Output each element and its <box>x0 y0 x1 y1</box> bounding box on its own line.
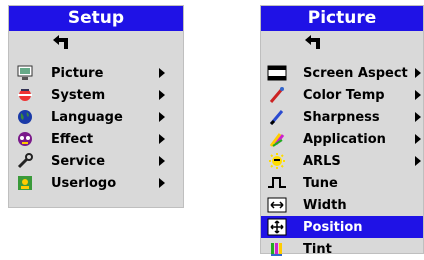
picture-item-tint[interactable]: Tint <box>261 238 423 260</box>
setup-item-system[interactable]: System <box>9 84 183 106</box>
picture-item-label: Width <box>303 197 347 213</box>
picture-item-label: Screen Aspect <box>303 65 408 81</box>
setup-item-picture[interactable]: Picture <box>9 62 183 84</box>
picture-item-label: Sharpness <box>303 109 380 125</box>
picture-item-sharpness[interactable]: Sharpness <box>261 106 423 128</box>
tint-icon <box>267 239 287 259</box>
picture-item-label: Color Temp <box>303 87 385 103</box>
back-icon[interactable] <box>51 34 69 55</box>
setup-menu: Setup Picture System Language Effect Ser… <box>8 5 184 208</box>
wrench-icon <box>15 151 35 171</box>
submenu-arrow-icon <box>159 90 165 100</box>
submenu-arrow-icon <box>415 156 421 166</box>
submenu-arrow-icon <box>159 156 165 166</box>
submenu-arrow-icon <box>159 112 165 122</box>
picture-menu: Picture Screen Aspect Color Temp Sharpne… <box>260 5 424 257</box>
sharpness-icon <box>267 107 287 127</box>
submenu-arrow-icon <box>159 178 165 188</box>
picture-item-label: Tune <box>303 175 338 191</box>
picture-item-arls[interactable]: ARLS <box>261 150 423 172</box>
setup-item-effect[interactable]: Effect <box>9 128 183 150</box>
application-icon <box>267 129 287 149</box>
system-icon <box>15 85 35 105</box>
picture-item-tune[interactable]: Tune <box>261 172 423 194</box>
setup-item-label: System <box>51 87 106 103</box>
picture-item-label: ARLS <box>303 153 341 169</box>
screen-aspect-icon <box>267 63 287 83</box>
back-icon[interactable] <box>303 34 321 55</box>
picture-item-position[interactable]: Position <box>261 216 423 238</box>
setup-item-language[interactable]: Language <box>9 106 183 128</box>
submenu-arrow-icon <box>159 134 165 144</box>
userlogo-icon <box>15 173 35 193</box>
picture-item-application[interactable]: Application <box>261 128 423 150</box>
submenu-arrow-icon <box>415 134 421 144</box>
setup-item-label: Picture <box>51 65 104 81</box>
setup-item-label: Effect <box>51 131 94 147</box>
color-temp-icon <box>267 85 287 105</box>
picture-item-label: Tint <box>303 241 332 257</box>
setup-item-service[interactable]: Service <box>9 150 183 172</box>
monitor-icon <box>15 63 35 83</box>
picture-item-screen-aspect[interactable]: Screen Aspect <box>261 62 423 84</box>
setup-item-label: Language <box>51 109 123 125</box>
effect-icon <box>15 129 35 149</box>
submenu-arrow-icon <box>415 68 421 78</box>
setup-item-label: Service <box>51 153 106 169</box>
submenu-arrow-icon <box>415 112 421 122</box>
picture-menu-title: Picture <box>261 6 423 31</box>
width-icon <box>267 195 287 215</box>
setup-item-userlogo[interactable]: Userlogo <box>9 172 183 194</box>
picture-item-label: Application <box>303 131 386 147</box>
globe-icon <box>15 107 35 127</box>
position-icon <box>267 217 287 237</box>
arls-icon <box>267 151 287 171</box>
submenu-arrow-icon <box>415 90 421 100</box>
tune-icon <box>267 173 287 193</box>
picture-item-label: Position <box>303 219 363 235</box>
picture-item-color-temp[interactable]: Color Temp <box>261 84 423 106</box>
submenu-arrow-icon <box>159 68 165 78</box>
picture-item-width[interactable]: Width <box>261 194 423 216</box>
setup-item-label: Userlogo <box>51 175 117 191</box>
setup-menu-title: Setup <box>9 6 183 31</box>
